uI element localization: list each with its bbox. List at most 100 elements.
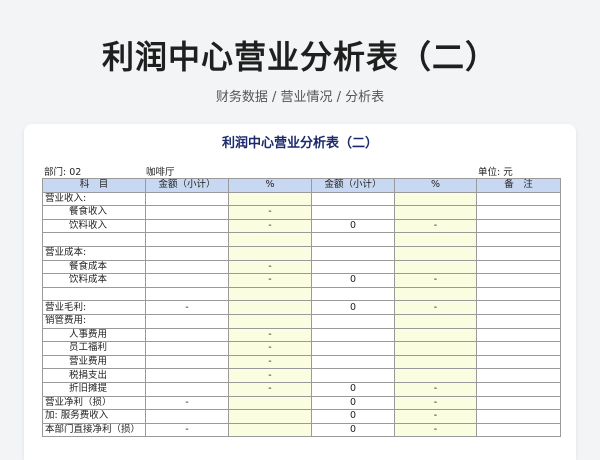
cell-percent-1[interactable]: [228, 245, 312, 261]
cell-subject[interactable]: 饮料成本: [42, 273, 146, 288]
cell-percent-1[interactable]: [228, 313, 312, 329]
cell-amount-2[interactable]: 0: [311, 381, 395, 397]
cell-percent-1[interactable]: [228, 232, 312, 247]
cell-amount-1[interactable]: [145, 218, 229, 234]
cell-percent-1[interactable]: -: [228, 218, 312, 234]
cell-amount-1[interactable]: [145, 341, 229, 356]
cell-note[interactable]: [476, 341, 561, 356]
cell-percent-1[interactable]: [228, 191, 312, 207]
cell-amount-2[interactable]: [311, 327, 395, 343]
cell-subject[interactable]: 餐食收入: [42, 205, 146, 220]
cell-note[interactable]: [476, 409, 561, 424]
cell-amount-1[interactable]: [145, 259, 229, 275]
cell-amount-1[interactable]: [145, 191, 229, 207]
cell-note[interactable]: [476, 327, 561, 343]
cell-percent-1[interactable]: -: [228, 205, 312, 220]
cell-percent-2[interactable]: [394, 191, 477, 207]
cell-subject[interactable]: 饮料收入: [42, 218, 146, 234]
cell-percent-1[interactable]: [228, 300, 312, 315]
cell-note[interactable]: [476, 381, 561, 397]
cell-note[interactable]: [476, 232, 561, 247]
cell-percent-1[interactable]: -: [228, 273, 312, 288]
cell-percent-2[interactable]: [394, 232, 477, 247]
cell-note[interactable]: [476, 218, 561, 234]
cell-amount-2[interactable]: [311, 232, 395, 247]
cell-subject[interactable]: 加: 服务费收入: [42, 409, 146, 424]
cell-amount-1[interactable]: -: [145, 422, 229, 438]
cell-subject[interactable]: 营业毛利:: [42, 300, 146, 315]
cell-subject[interactable]: 折旧摊提: [42, 381, 146, 397]
cell-amount-1[interactable]: [145, 205, 229, 220]
cell-percent-2[interactable]: -: [394, 395, 477, 411]
cell-percent-2[interactable]: [394, 259, 477, 275]
cell-percent-2[interactable]: -: [394, 381, 477, 397]
cell-subject[interactable]: 餐食成本: [42, 259, 146, 275]
cell-percent-2[interactable]: [394, 368, 477, 383]
cell-subject[interactable]: [42, 232, 146, 247]
cell-note[interactable]: [476, 368, 561, 383]
cell-note[interactable]: [476, 422, 561, 438]
cell-amount-1[interactable]: [145, 313, 229, 329]
cell-amount-1[interactable]: -: [145, 300, 229, 315]
cell-percent-1[interactable]: [228, 422, 312, 438]
cell-subject[interactable]: 营业收入:: [42, 191, 146, 207]
cell-subject[interactable]: 本部门直接净利（损）: [42, 422, 146, 438]
cell-amount-2[interactable]: 0: [311, 218, 395, 234]
cell-amount-2[interactable]: 0: [311, 300, 395, 315]
cell-amount-2[interactable]: [311, 286, 395, 302]
cell-note[interactable]: [476, 191, 561, 207]
cell-amount-1[interactable]: [145, 286, 229, 302]
cell-percent-2[interactable]: -: [394, 422, 477, 438]
cell-percent-2[interactable]: [394, 341, 477, 356]
cell-subject[interactable]: 税捐支出: [42, 368, 146, 383]
cell-percent-1[interactable]: -: [228, 381, 312, 397]
cell-amount-2[interactable]: [311, 259, 395, 275]
cell-amount-1[interactable]: [145, 273, 229, 288]
cell-percent-1[interactable]: -: [228, 327, 312, 343]
cell-amount-2[interactable]: 0: [311, 409, 395, 424]
cell-amount-2[interactable]: [311, 245, 395, 261]
cell-note[interactable]: [476, 273, 561, 288]
cell-subject[interactable]: [42, 286, 146, 302]
cell-percent-2[interactable]: -: [394, 409, 477, 424]
cell-percent-2[interactable]: -: [394, 218, 477, 234]
cell-percent-2[interactable]: [394, 327, 477, 343]
cell-subject[interactable]: 员工福利: [42, 341, 146, 356]
cell-percent-1[interactable]: [228, 409, 312, 424]
cell-amount-1[interactable]: [145, 368, 229, 383]
cell-amount-2[interactable]: 0: [311, 422, 395, 438]
cell-amount-2[interactable]: 0: [311, 395, 395, 411]
cell-percent-2[interactable]: -: [394, 300, 477, 315]
cell-note[interactable]: [476, 313, 561, 329]
cell-subject[interactable]: 营业成本:: [42, 245, 146, 261]
cell-note[interactable]: [476, 300, 561, 315]
cell-amount-2[interactable]: [311, 368, 395, 383]
cell-note[interactable]: [476, 395, 561, 411]
cell-percent-1[interactable]: [228, 395, 312, 411]
cell-percent-1[interactable]: -: [228, 341, 312, 356]
cell-subject[interactable]: 营业费用: [42, 354, 146, 370]
cell-amount-1[interactable]: [145, 232, 229, 247]
cell-note[interactable]: [476, 286, 561, 302]
cell-note[interactable]: [476, 259, 561, 275]
cell-amount-1[interactable]: [145, 409, 229, 424]
cell-subject[interactable]: 营业净利（损）: [42, 395, 146, 411]
cell-amount-1[interactable]: [145, 381, 229, 397]
cell-amount-2[interactable]: [311, 191, 395, 207]
cell-amount-1[interactable]: [145, 245, 229, 261]
cell-percent-1[interactable]: -: [228, 259, 312, 275]
cell-percent-2[interactable]: [394, 245, 477, 261]
cell-percent-2[interactable]: [394, 354, 477, 370]
cell-note[interactable]: [476, 245, 561, 261]
cell-amount-2[interactable]: [311, 313, 395, 329]
cell-amount-2[interactable]: [311, 354, 395, 370]
cell-percent-2[interactable]: -: [394, 273, 477, 288]
cell-amount-2[interactable]: [311, 341, 395, 356]
cell-percent-1[interactable]: -: [228, 368, 312, 383]
cell-amount-2[interactable]: [311, 205, 395, 220]
cell-amount-1[interactable]: [145, 354, 229, 370]
cell-percent-1[interactable]: -: [228, 354, 312, 370]
cell-percent-2[interactable]: [394, 286, 477, 302]
cell-amount-1[interactable]: -: [145, 395, 229, 411]
cell-subject[interactable]: 人事费用: [42, 327, 146, 343]
